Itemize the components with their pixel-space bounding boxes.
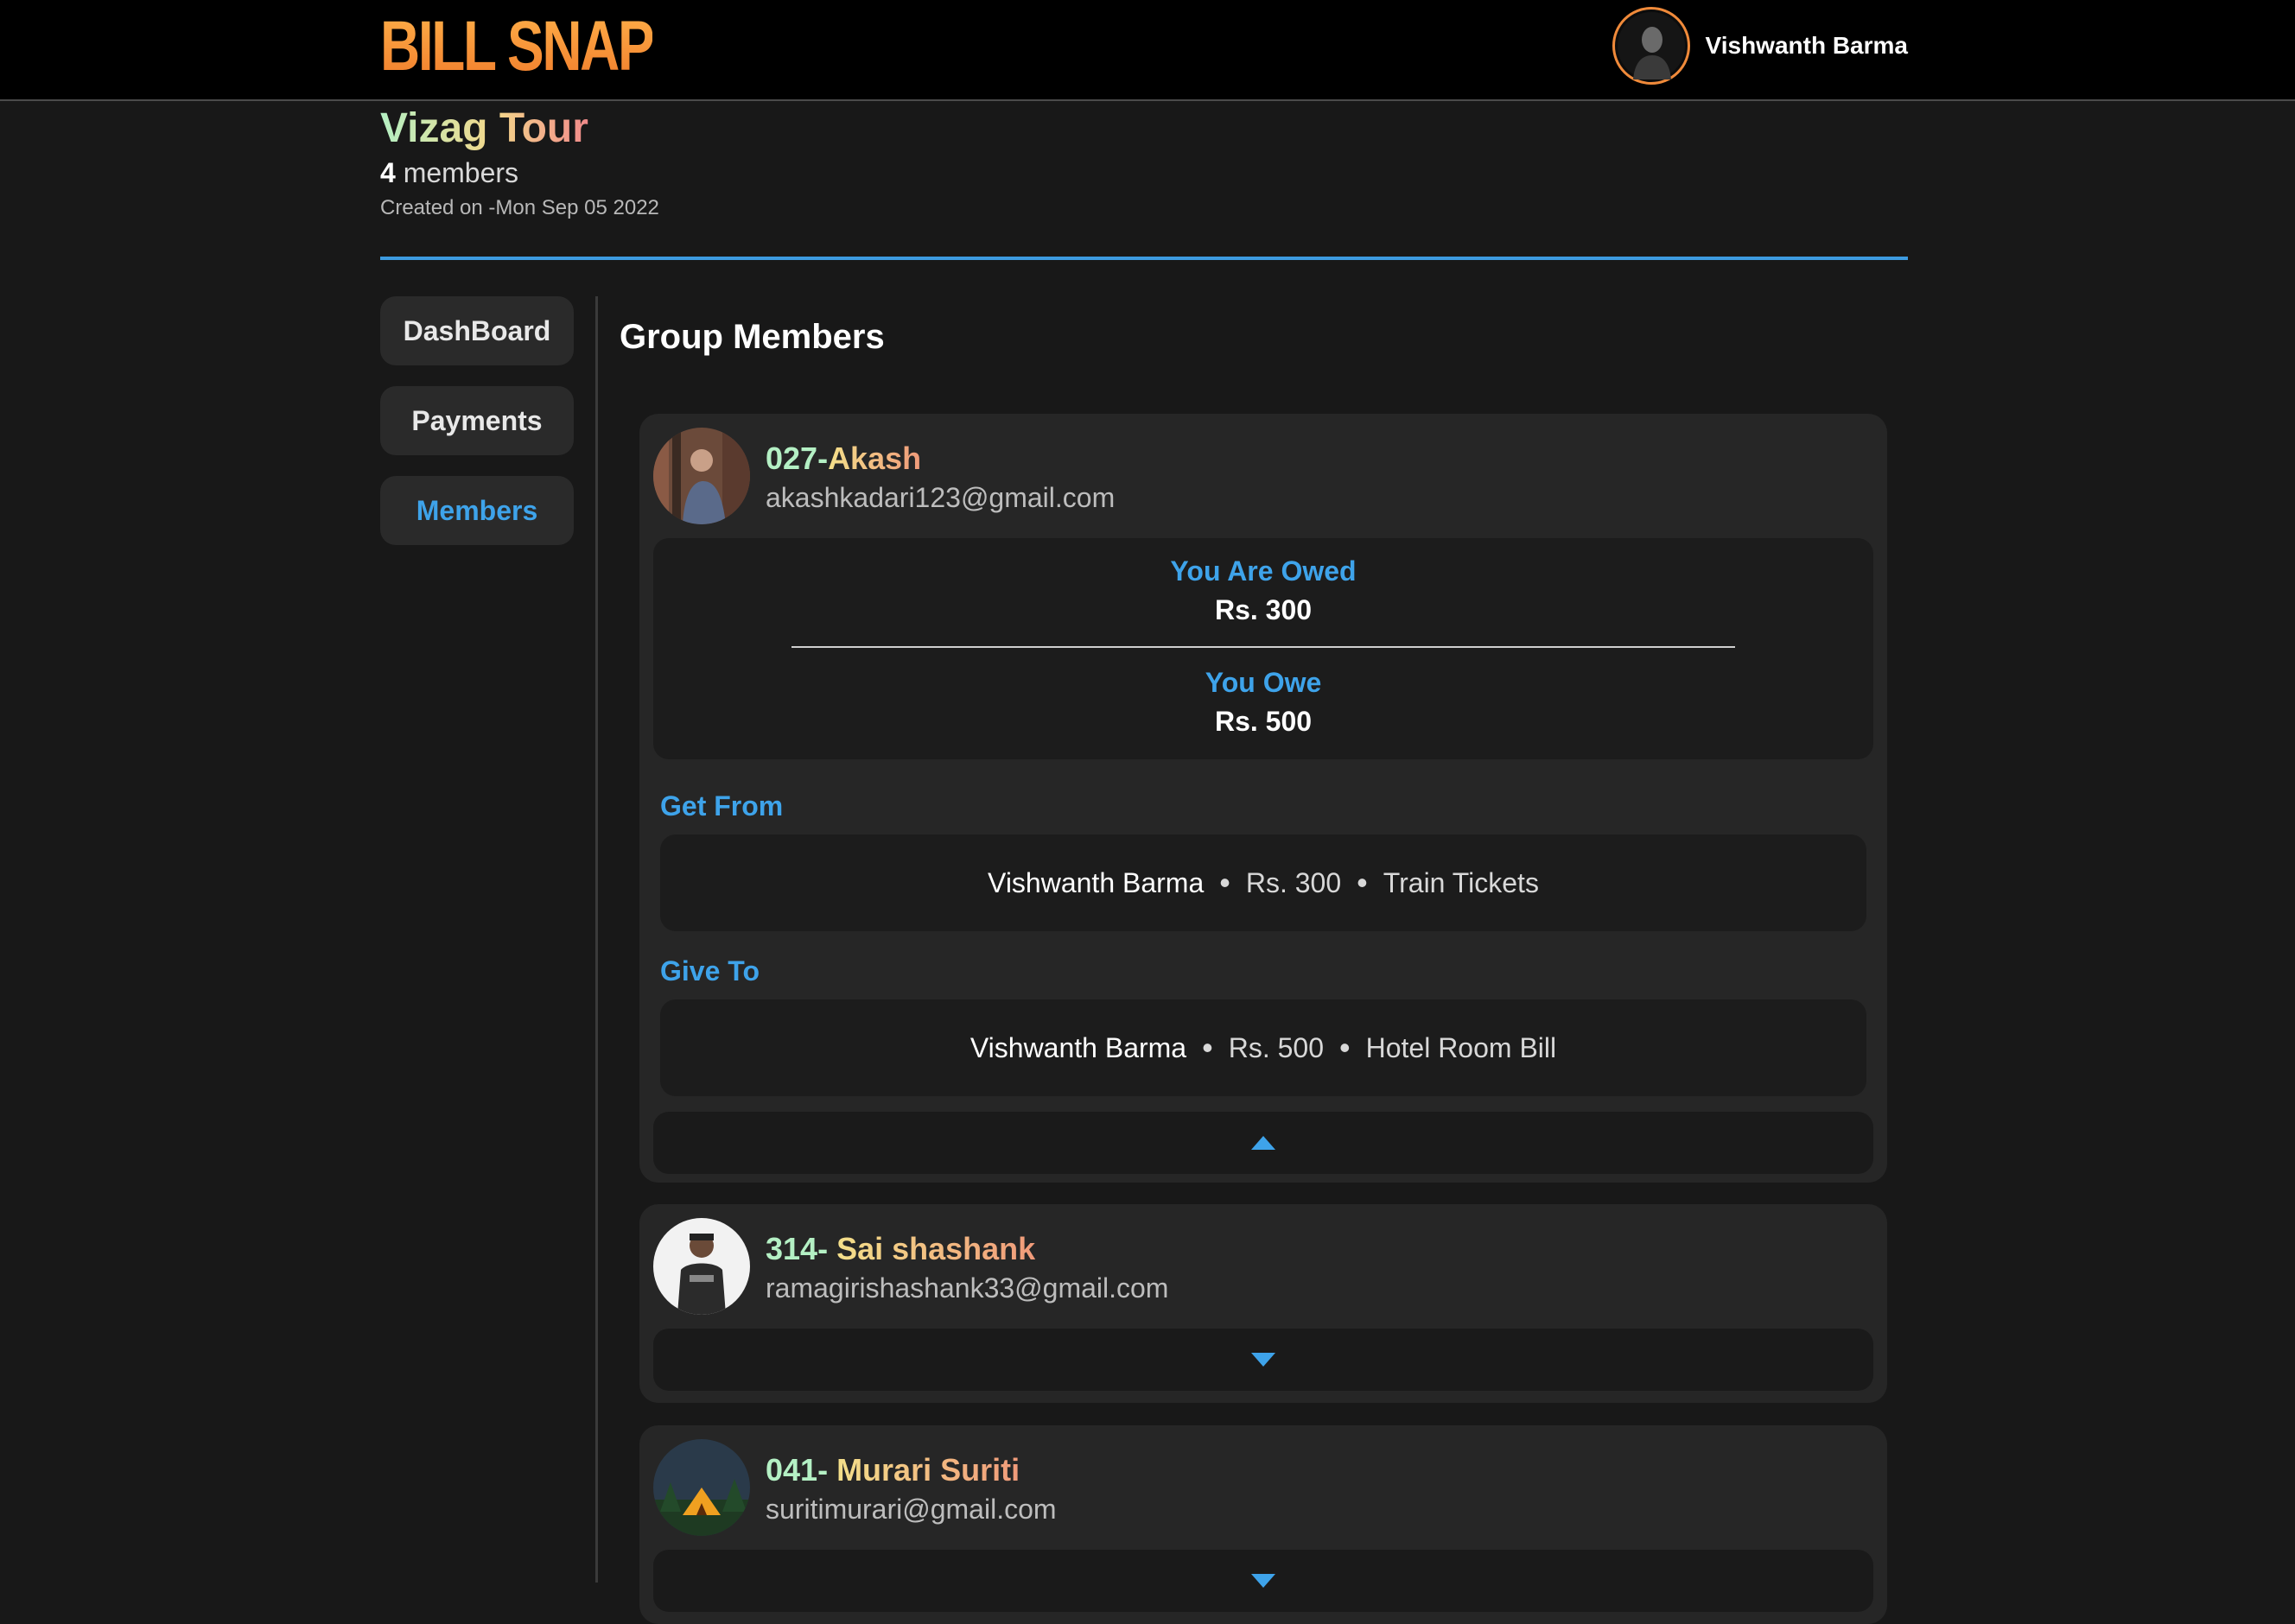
get-from-label: Get From bbox=[660, 790, 784, 822]
user-avatar-icon bbox=[1617, 12, 1685, 79]
separator-dot: • bbox=[1202, 1030, 1213, 1065]
member-header: 041- Murari Suriti suritimurari@gmail.co… bbox=[653, 1439, 1873, 1536]
member-card: 027-Akash akashkadari123@gmail.com You A… bbox=[639, 414, 1887, 1183]
transaction-amount: Rs. 500 bbox=[1228, 1031, 1324, 1063]
user-profile[interactable]: Vishwanth Barma bbox=[1612, 3, 1908, 89]
member-name: 314- Sai shashank bbox=[766, 1229, 1168, 1269]
separator-dot: • bbox=[1219, 865, 1230, 900]
transaction-amount: Rs. 300 bbox=[1245, 866, 1342, 898]
user-avatar[interactable] bbox=[1612, 7, 1690, 85]
member-display-name: Murari Suriti bbox=[836, 1451, 1020, 1488]
nav-divider bbox=[595, 296, 598, 1583]
member-info: 041- Murari Suriti suritimurari@gmail.co… bbox=[766, 1450, 1057, 1526]
member-email: suritimurari@gmail.com bbox=[766, 1493, 1057, 1525]
separator-dot: • bbox=[1338, 1030, 1351, 1065]
member-photo-icon bbox=[653, 1439, 750, 1536]
member-avatar bbox=[653, 428, 750, 524]
chevron-down-icon bbox=[1251, 1353, 1275, 1367]
transaction-person: Vishwanth Barma bbox=[988, 866, 1205, 898]
separator-dot: • bbox=[1357, 865, 1368, 900]
member-name: 041- Murari Suriti bbox=[766, 1450, 1057, 1490]
member-email: akashkadari123@gmail.com bbox=[766, 481, 1116, 513]
owe-label: You Owe bbox=[1205, 667, 1322, 698]
member-display-name: Sai shashank bbox=[836, 1230, 1036, 1266]
member-card: 314- Sai shashank ramagirishashank33@gma… bbox=[639, 1204, 1887, 1403]
give-to-label: Give To bbox=[660, 955, 760, 986]
member-name: 027-Akash bbox=[766, 439, 1115, 479]
member-header: 314- Sai shashank ramagirishashank33@gma… bbox=[653, 1218, 1873, 1315]
collapse-button[interactable] bbox=[653, 1112, 1873, 1174]
transaction-person: Vishwanth Barma bbox=[969, 1031, 1187, 1063]
member-photo-icon bbox=[653, 428, 750, 524]
owe-amount: Rs. 500 bbox=[1214, 706, 1313, 737]
balance-summary: You Are Owed Rs. 300 You Owe Rs. 500 bbox=[653, 538, 1873, 759]
section-title: Group Members bbox=[620, 318, 885, 356]
nav-dashboard-button[interactable]: DashBoard bbox=[380, 296, 574, 365]
member-avatar bbox=[653, 1218, 750, 1315]
member-card: 041- Murari Suriti suritimurari@gmail.co… bbox=[639, 1425, 1887, 1624]
user-name[interactable]: Vishwanth Barma bbox=[1706, 32, 1908, 60]
member-email: ramagirishashank33@gmail.com bbox=[766, 1272, 1169, 1304]
header-divider bbox=[380, 257, 1908, 260]
member-info: 027-Akash akashkadari123@gmail.com bbox=[766, 439, 1115, 514]
member-count: 4 members bbox=[380, 157, 659, 189]
nav-members-button[interactable]: Members bbox=[380, 476, 574, 545]
get-from-transaction: Vishwanth Barma • Rs. 300 • Train Ticket… bbox=[660, 834, 1866, 931]
member-header: 027-Akash akashkadari123@gmail.com bbox=[653, 428, 1873, 524]
group-header: Vizag Tour 4 members Created on -Mon Sep… bbox=[380, 102, 659, 220]
chevron-down-icon bbox=[1251, 1574, 1275, 1588]
transaction-note: Train Tickets bbox=[1383, 866, 1539, 898]
transaction-note: Hotel Room Bill bbox=[1365, 1031, 1557, 1063]
member-avatar bbox=[653, 1439, 750, 1536]
expand-button[interactable] bbox=[653, 1329, 1873, 1391]
member-count-label: members bbox=[403, 157, 519, 188]
give-to-transaction: Vishwanth Barma • Rs. 500 • Hotel Room B… bbox=[660, 999, 1866, 1096]
member-count-number: 4 bbox=[380, 157, 396, 188]
group-title: Vizag Tour bbox=[380, 102, 588, 155]
member-id: 314- bbox=[766, 1230, 837, 1266]
member-id: 041- bbox=[766, 1451, 837, 1488]
chevron-up-icon bbox=[1251, 1136, 1275, 1150]
member-photo-icon bbox=[653, 1218, 750, 1315]
member-display-name: Akash bbox=[828, 440, 922, 476]
owed-amount: Rs. 300 bbox=[1214, 594, 1313, 625]
balance-divider bbox=[791, 646, 1735, 648]
expand-button[interactable] bbox=[653, 1550, 1873, 1612]
owed-label: You Are Owed bbox=[1170, 555, 1357, 587]
member-info: 314- Sai shashank ramagirishashank33@gma… bbox=[766, 1229, 1168, 1304]
top-bar: BILL SNAP Vishwanth Barma bbox=[0, 0, 2295, 101]
nav-payments-button[interactable]: Payments bbox=[380, 386, 574, 455]
app-logo[interactable]: BILL SNAP bbox=[380, 5, 655, 88]
created-date: Created on -Mon Sep 05 2022 bbox=[380, 196, 659, 219]
side-nav: DashBoard Payments Members bbox=[380, 296, 574, 566]
member-id: 027- bbox=[766, 440, 829, 476]
